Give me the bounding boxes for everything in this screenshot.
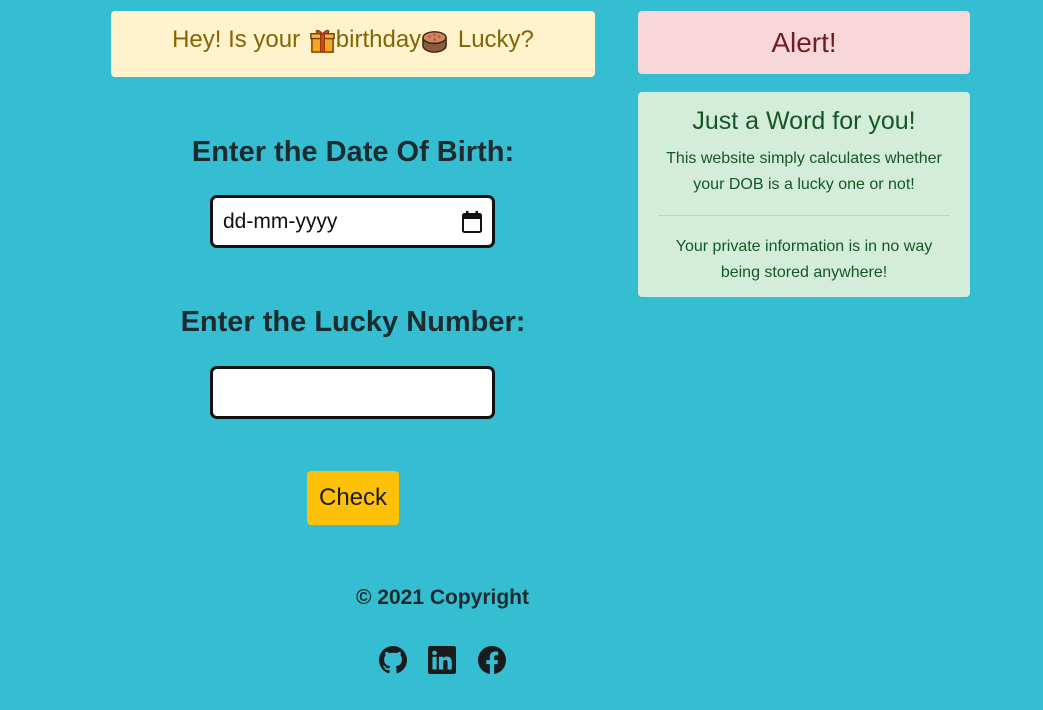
alert-text: Alert!	[771, 26, 837, 58]
banner-suffix: Lucky?	[451, 26, 534, 53]
facebook-icon	[478, 646, 506, 674]
info-line-1: This website simply calculates whether y…	[666, 150, 942, 193]
facebook-link[interactable]	[478, 645, 506, 675]
github-link[interactable]	[379, 645, 407, 675]
calendar-icon[interactable]	[462, 210, 482, 233]
lucky-number-input[interactable]	[210, 366, 495, 419]
lucky-number-label: Enter the Lucky Number:	[180, 306, 526, 338]
title-banner: Hey! Is your birthday Lucky?	[111, 11, 595, 77]
dob-placeholder: dd-mm-yyyy	[223, 209, 338, 233]
birthday-cake-icon	[422, 30, 447, 53]
info-card: Just a Word for you! This website simply…	[638, 92, 970, 297]
info-line-2: Your private information is in no way be…	[675, 238, 933, 281]
banner-prefix: Hey! Is your	[172, 26, 307, 53]
linkedin-icon	[428, 646, 456, 674]
banner-word: birthday	[335, 26, 422, 53]
gift-icon	[310, 29, 335, 53]
dob-input[interactable]: dd-mm-yyyy	[210, 195, 495, 248]
dob-label: Enter the Date Of Birth:	[191, 136, 515, 168]
linkedin-link[interactable]	[428, 645, 456, 675]
check-button[interactable]: Check	[307, 471, 399, 525]
copyright-text: © 2021 Copyright	[355, 586, 529, 609]
github-icon	[379, 646, 407, 674]
info-divider	[658, 215, 950, 216]
alert-box: Alert!	[638, 11, 970, 74]
info-title: Just a Word for you!	[692, 107, 916, 135]
